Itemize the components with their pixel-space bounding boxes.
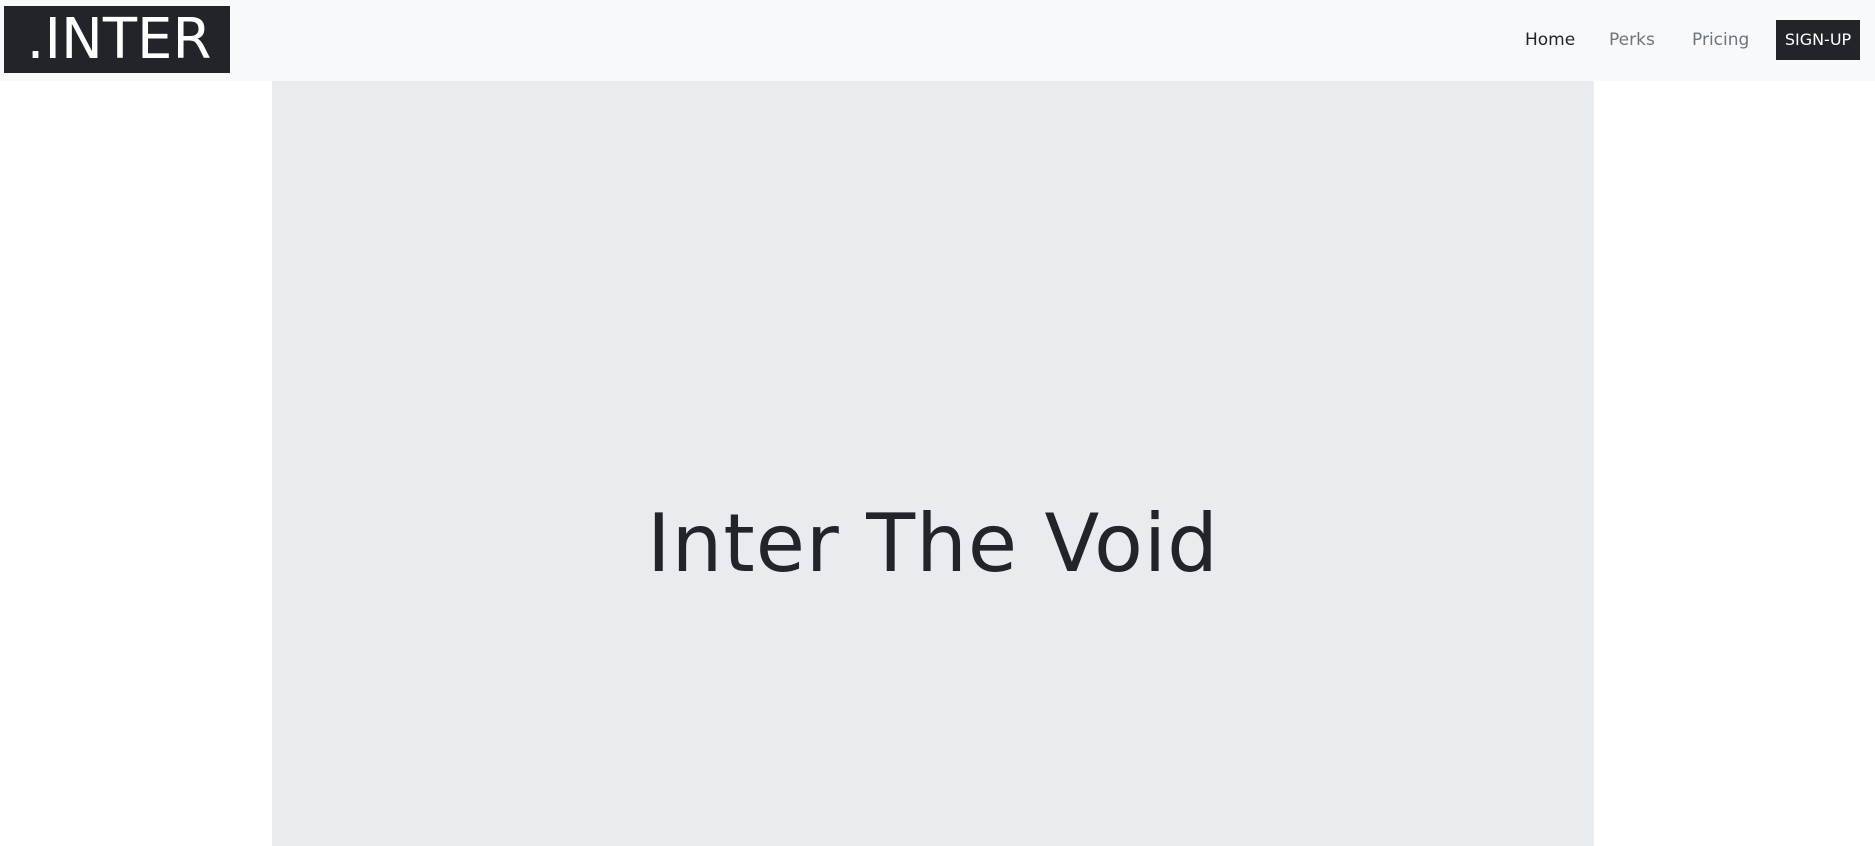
- top-navbar: .INTER Home Perks Pricing SIGN-UP: [0, 0, 1875, 81]
- brand-logo[interactable]: .INTER: [4, 6, 230, 73]
- sign-up-button[interactable]: SIGN-UP: [1776, 20, 1860, 60]
- nav-link-home[interactable]: Home: [1525, 24, 1575, 57]
- nav-link-pricing[interactable]: Pricing: [1692, 24, 1749, 57]
- hero-title: Inter The Void: [647, 497, 1219, 590]
- hero-banner: Inter The Void: [272, 81, 1594, 846]
- hero-title-wrapper: Inter The Void: [272, 81, 1594, 846]
- nav-link-perks[interactable]: Perks: [1609, 24, 1655, 57]
